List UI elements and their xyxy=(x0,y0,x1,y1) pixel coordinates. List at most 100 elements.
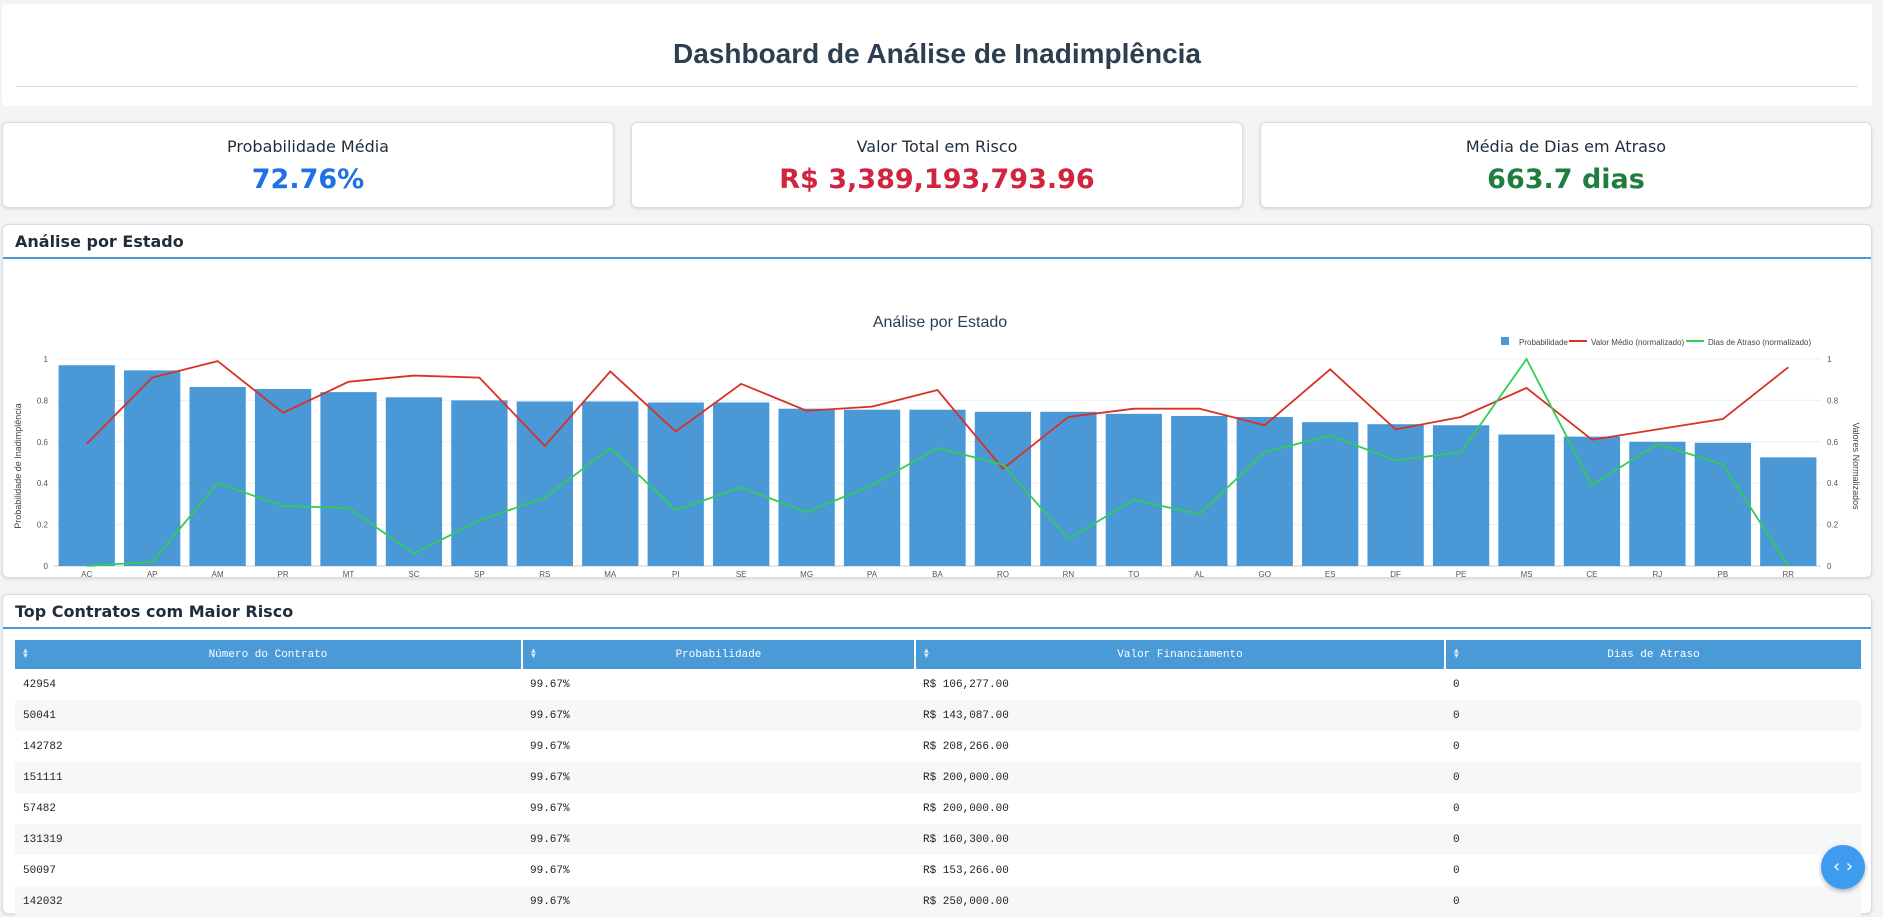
table-cell: 142032 xyxy=(15,886,522,917)
table-row[interactable]: 57482 99.67% R$ 200,000.00 0 xyxy=(15,793,1861,824)
table-cell: 99.67% xyxy=(522,731,915,762)
table-row[interactable]: 42954 99.67% R$ 106,277.00 0 xyxy=(15,669,1861,700)
bar xyxy=(1367,424,1424,566)
table-row[interactable]: 50041 99.67% R$ 143,087.00 0 xyxy=(15,700,1861,731)
table-row[interactable]: 151111 99.67% R$ 200,000.00 0 xyxy=(15,762,1861,793)
table-cell: 99.67% xyxy=(522,824,915,855)
column-header-days-late[interactable]: ▲ ▼ Dias de Atraso xyxy=(1445,640,1861,669)
table-cell: 0 xyxy=(1445,700,1861,731)
y-tick-label: 0 xyxy=(44,562,49,571)
table-cell: R$ 106,277.00 xyxy=(915,669,1445,700)
x-tick-label: AC xyxy=(81,570,92,577)
table-cell: 50041 xyxy=(15,700,522,731)
sort-icon[interactable]: ▲ ▼ xyxy=(531,648,536,661)
x-tick-label: RJ xyxy=(1652,570,1662,577)
state-analysis-card: Análise por Estado Análise por Estado 0 0 0… xyxy=(2,224,1872,594)
bar xyxy=(647,402,704,566)
legend-swatch xyxy=(1501,337,1509,345)
table-row[interactable]: 142032 99.67% R$ 250,000.00 0 xyxy=(15,886,1861,917)
x-tick-label: PE xyxy=(1456,570,1467,577)
table-cell: 0 xyxy=(1445,886,1861,917)
section-title: Análise por Estado xyxy=(3,225,1871,259)
kpi-label: Probabilidade Média xyxy=(227,137,389,156)
bar xyxy=(254,389,312,566)
y-tick-label: 1 xyxy=(44,355,49,364)
bar xyxy=(1236,416,1293,566)
table-cell: 0 xyxy=(1445,762,1861,793)
table-cell: 99.67% xyxy=(522,762,915,793)
table-cell: R$ 250,000.00 xyxy=(915,886,1445,917)
table-cell: 0 xyxy=(1445,793,1861,824)
x-tick-label: SP xyxy=(474,570,485,577)
kpi-label: Média de Dias em Atraso xyxy=(1465,137,1667,156)
x-tick-label: RS xyxy=(539,570,550,577)
x-tick-label: MT xyxy=(343,570,355,577)
table-cell: R$ 153,266.00 xyxy=(915,855,1445,886)
bar xyxy=(58,365,115,566)
table-row[interactable]: 131319 99.67% R$ 160,300.00 0 xyxy=(15,824,1861,855)
header-divider xyxy=(16,86,1858,87)
bar xyxy=(713,402,770,566)
bar xyxy=(582,401,639,566)
y2-tick-label: 1 xyxy=(1827,355,1832,364)
state-analysis-chart[interactable]: Análise por Estado 0 0 0.2 0.2 0.4 0.4 0.6 0.6 0.… xyxy=(3,259,1871,594)
table-cell: 42954 xyxy=(15,669,522,700)
table-cell: 142782 xyxy=(15,731,522,762)
table-cell: 151111 xyxy=(15,762,522,793)
x-tick-label: CE xyxy=(1586,570,1597,577)
table-row[interactable]: 142782 99.67% R$ 208,266.00 0 xyxy=(15,731,1861,762)
x-tick-label: RN xyxy=(1063,570,1075,577)
table-cell: 99.67% xyxy=(522,855,915,886)
bar xyxy=(1563,436,1621,566)
legend-label: Probabilidade xyxy=(1519,338,1568,347)
column-header-financing[interactable]: ▲ ▼ Valor Financiamento xyxy=(915,640,1446,669)
legend-label: Valor Médio (normalizado) xyxy=(1591,338,1685,347)
kpi-value: 72.76% xyxy=(251,164,365,195)
bar xyxy=(189,386,246,566)
kpi-label: Valor Total em Risco xyxy=(856,137,1018,156)
table-row[interactable]: 50097 99.67% R$ 153,266.00 0 xyxy=(15,855,1861,886)
table-cell: R$ 200,000.00 xyxy=(915,762,1445,793)
y2-tick-label: 0.8 xyxy=(1827,396,1839,405)
x-tick-label: BA xyxy=(932,570,943,577)
bar xyxy=(909,409,966,566)
bar xyxy=(1432,425,1490,566)
table-header-row: ▲ ▼ Número do Contrato ▲ ▼ Probabilidade ▲ ▼ V… xyxy=(15,640,1861,669)
y2-tick-label: 0.6 xyxy=(1827,438,1839,447)
sort-icon[interactable]: ▲ ▼ xyxy=(1454,648,1459,661)
y-tick-label: 0.8 xyxy=(37,396,49,405)
kpi-value: 663.7 dias xyxy=(1487,164,1645,195)
x-tick-label: RO xyxy=(997,570,1009,577)
table-cell: R$ 160,300.00 xyxy=(915,824,1445,855)
table-cell: 0 xyxy=(1445,855,1861,886)
x-tick-label: MS xyxy=(1521,570,1533,577)
column-header-probability[interactable]: ▲ ▼ Probabilidade xyxy=(522,640,916,669)
page-title: Dashboard de Análise de Inadimplência xyxy=(673,38,1201,69)
x-tick-label: AM xyxy=(212,570,224,577)
table-cell: 99.67% xyxy=(522,886,915,917)
bar xyxy=(320,392,377,566)
dashboard-header: Dashboard de Análise de Inadimplência xyxy=(2,4,1872,106)
y2-tick-label: 0.2 xyxy=(1827,521,1839,530)
bar xyxy=(843,409,901,566)
bar xyxy=(1694,442,1751,566)
table-cell: 99.67% xyxy=(522,700,915,731)
table-cell: 99.67% xyxy=(522,669,915,700)
section-title: Top Contratos com Maior Risco xyxy=(3,595,1871,629)
column-header-contract[interactable]: ▲ ▼ Número do Contrato xyxy=(15,640,523,669)
x-tick-label: DF xyxy=(1390,570,1401,577)
sort-icon[interactable]: ▲ ▼ xyxy=(924,648,929,661)
x-tick-label: PI xyxy=(672,570,680,577)
bar xyxy=(124,370,181,566)
bar xyxy=(1171,415,1228,566)
table-cell: 0 xyxy=(1445,669,1861,700)
x-tick-label: SE xyxy=(736,570,747,577)
table-cell: 131319 xyxy=(15,824,522,855)
sort-icon[interactable]: ▲ ▼ xyxy=(23,648,28,661)
bar xyxy=(1105,413,1162,566)
x-tick-label: MG xyxy=(800,570,813,577)
table-cell: 50097 xyxy=(15,855,522,886)
code-brackets-icon[interactable]: ‹ › xyxy=(1821,845,1865,889)
table-cell: 0 xyxy=(1445,731,1861,762)
bar xyxy=(974,411,1032,566)
